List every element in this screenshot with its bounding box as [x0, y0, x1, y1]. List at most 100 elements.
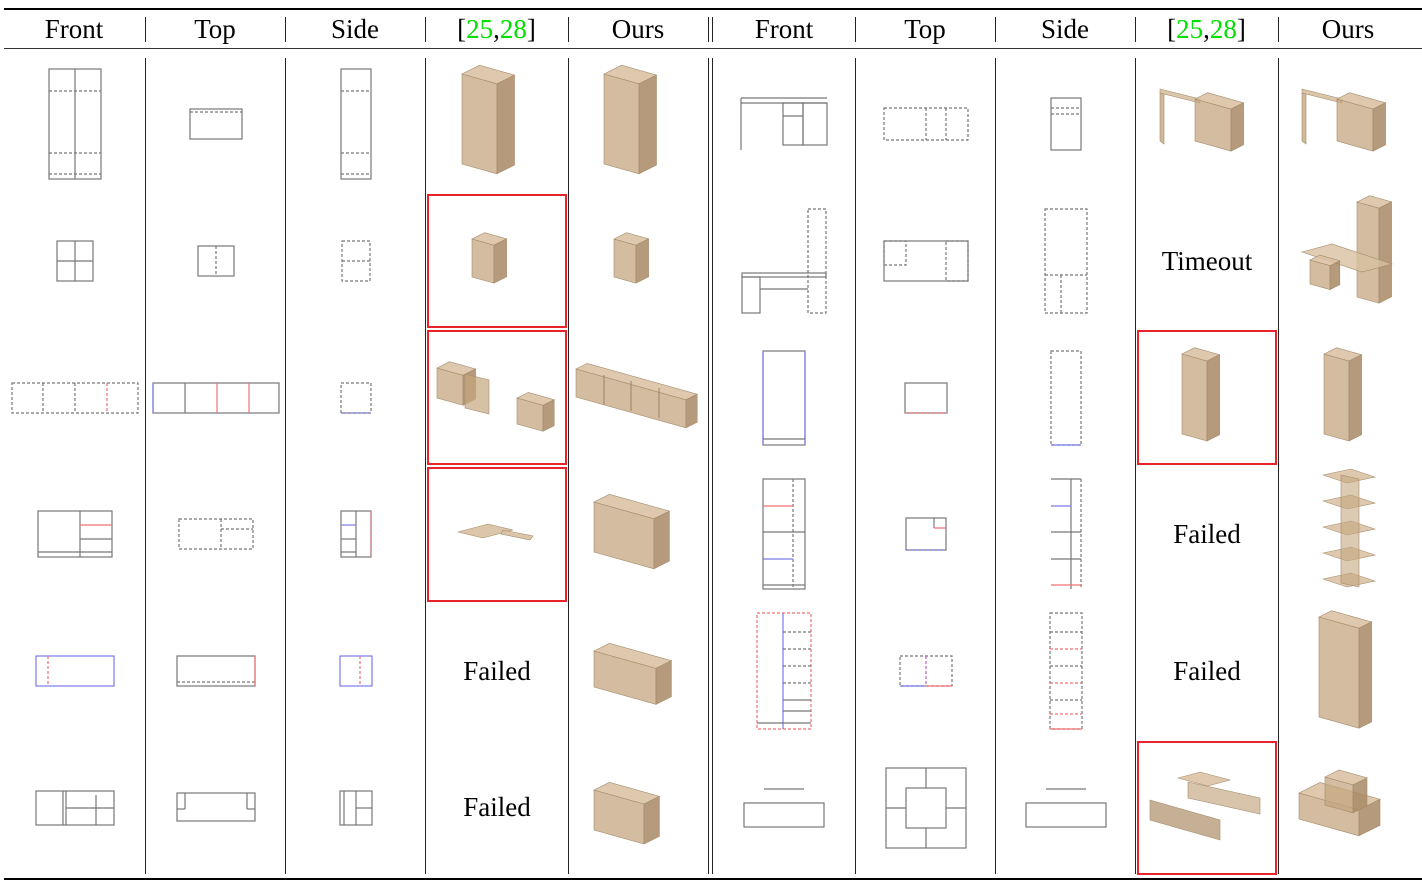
drawing-part — [1048, 612, 1083, 730]
header-label: Front — [44, 13, 104, 44]
header-baseline-right: [25, 28] — [1135, 12, 1278, 46]
furniture-render — [592, 643, 672, 705]
render-side-face — [638, 74, 657, 175]
render-face — [1301, 92, 1306, 145]
right-row-5-front-view — [713, 603, 855, 740]
left-row-1-top-view — [146, 56, 285, 193]
orthographic-drawing — [903, 382, 948, 414]
bottom-rule — [4, 878, 1422, 880]
left-row-4-front-view — [4, 466, 145, 603]
render-front-face — [461, 73, 498, 175]
drawing-part — [743, 802, 825, 828]
render-side-face — [1372, 102, 1386, 152]
furniture-render — [436, 361, 556, 432]
render-side-face — [496, 74, 515, 175]
right-row-4-baseline-result: Failed — [1136, 466, 1278, 603]
column-divider — [995, 17, 996, 42]
render-side-face — [493, 238, 507, 284]
render-side-face — [653, 511, 670, 570]
orthographic-drawing — [898, 655, 953, 687]
right-row-5-ours-result — [1279, 603, 1419, 740]
drawing-part — [882, 240, 969, 282]
orthographic-drawing — [339, 382, 372, 414]
header-label: Ours — [611, 13, 665, 44]
drawing-part — [904, 787, 947, 829]
right-row-4-side-view — [996, 466, 1135, 603]
column-divider — [568, 17, 569, 42]
orthographic-drawing — [188, 108, 243, 140]
orthographic-drawing — [740, 97, 828, 151]
drawing-part — [177, 518, 254, 551]
right-row-1-side-view — [996, 56, 1135, 193]
furniture-render — [461, 65, 516, 175]
drawing-part — [175, 792, 256, 822]
header-rule — [4, 48, 1422, 49]
drawing-part — [1049, 350, 1082, 446]
furniture-render — [1181, 347, 1221, 442]
right-row-2-ours-result — [1279, 193, 1419, 330]
failed-label: Failed — [1173, 518, 1241, 549]
furniture-render — [1321, 469, 1377, 588]
right-row-6-baseline-result — [1136, 740, 1278, 877]
orthographic-drawing — [177, 518, 254, 551]
right-row-3-side-view — [996, 329, 1135, 466]
header-side-left: Side — [285, 12, 425, 46]
right-row-6-top-view — [856, 740, 995, 877]
orthographic-drawing — [339, 510, 372, 559]
render-face — [500, 530, 534, 541]
furniture-render — [592, 781, 660, 845]
render-front-face — [603, 73, 639, 175]
citation-link-25[interactable]: 25 — [466, 14, 493, 45]
half-divider — [712, 17, 713, 42]
header-label: Front — [754, 13, 814, 44]
column-divider — [855, 17, 856, 42]
drawing-part — [339, 68, 372, 180]
drawing-part — [802, 102, 828, 146]
header-label: Side — [1040, 13, 1089, 44]
right-row-2-baseline-result: Timeout — [1136, 193, 1278, 330]
citation-link-25[interactable]: 25 — [1176, 14, 1203, 45]
left-row-1-ours-result — [569, 56, 708, 193]
orthographic-drawing — [762, 478, 806, 591]
orthographic-drawing — [34, 790, 115, 826]
drawing-part — [1049, 97, 1082, 151]
right-row-5-top-view — [856, 603, 995, 740]
right-row-4-front-view — [713, 466, 855, 603]
left-row-5-side-view — [286, 603, 425, 740]
header-baseline-left: [25, 28] — [425, 12, 568, 46]
left-row-1-side-view — [286, 56, 425, 193]
citation-link-28[interactable]: 28 — [500, 14, 527, 45]
orthographic-drawing — [904, 517, 947, 552]
orthographic-drawing — [338, 790, 373, 826]
left-row-1-baseline-result — [426, 56, 568, 193]
drawing-part — [36, 510, 113, 559]
furniture-render — [592, 494, 670, 570]
render-front-face — [471, 238, 495, 284]
render-side-face — [1329, 260, 1340, 291]
left-row-3-side-view — [286, 329, 425, 466]
citation-link-28[interactable]: 28 — [1210, 14, 1237, 45]
render-side-face — [1206, 353, 1220, 442]
orthographic-drawing — [756, 612, 812, 730]
left-row-3-front-view — [4, 329, 145, 466]
orthographic-drawing — [47, 68, 102, 180]
furniture-render — [602, 65, 657, 175]
drawing-part — [339, 382, 372, 414]
right-row-6-front-view — [713, 740, 855, 877]
citation-bracket: [ — [1167, 13, 1177, 44]
citation-sep: , — [493, 13, 500, 44]
orthographic-drawing — [1048, 612, 1083, 730]
drawing-part — [1024, 802, 1107, 828]
column-divider — [1135, 17, 1136, 42]
column-divider — [1278, 17, 1279, 42]
left-row-5-baseline-result: Failed — [426, 603, 568, 740]
citation-bracket: [ — [457, 13, 467, 44]
header-front-left: Front — [4, 12, 144, 46]
left-row-3-top-view — [146, 329, 285, 466]
drawing-part — [151, 382, 280, 414]
render-face — [1340, 475, 1360, 588]
left-row-1-front-view — [4, 56, 145, 193]
orthographic-drawing — [1024, 788, 1107, 828]
orthographic-drawing — [340, 240, 371, 282]
header-label: Side — [330, 13, 379, 44]
